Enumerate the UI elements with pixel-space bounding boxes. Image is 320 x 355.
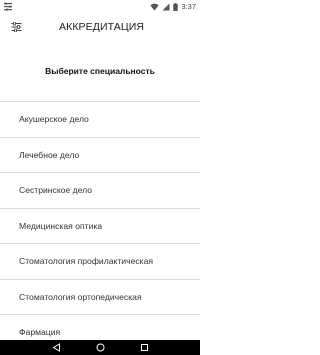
app-title: АККРЕДИТАЦИЯ xyxy=(59,20,145,33)
battery-icon xyxy=(173,2,179,11)
back-icon[interactable] xyxy=(52,343,61,352)
menu-button[interactable] xyxy=(4,13,28,40)
app-bar: АККРЕДИТАЦИЯ xyxy=(0,13,200,40)
list-item[interactable]: Лечебное дело xyxy=(0,136,200,173)
list-item[interactable]: Стоматология профилактическая xyxy=(0,243,200,279)
navigation-bar xyxy=(0,340,200,355)
specialty-list: Акушерское дело Лечебное дело Сестринско… xyxy=(0,101,200,350)
sliders-icon xyxy=(4,2,12,11)
status-time: 3:37 xyxy=(181,2,196,11)
tune-icon xyxy=(11,21,21,32)
wifi-icon xyxy=(150,3,160,10)
list-item[interactable]: Сестринское дело xyxy=(0,172,200,208)
cellular-icon xyxy=(162,3,170,10)
list-item[interactable]: Акушерское дело xyxy=(0,101,200,137)
list-item[interactable]: Стоматология ортопедическая xyxy=(0,278,200,315)
home-icon[interactable] xyxy=(96,343,105,352)
status-bar: 3:37 xyxy=(0,0,200,13)
section-title: Выберите специальность xyxy=(45,65,155,76)
list-item[interactable]: Медицинская оптика xyxy=(0,207,200,244)
recents-icon[interactable] xyxy=(140,343,149,352)
section-header: Выберите специальность xyxy=(0,40,200,101)
